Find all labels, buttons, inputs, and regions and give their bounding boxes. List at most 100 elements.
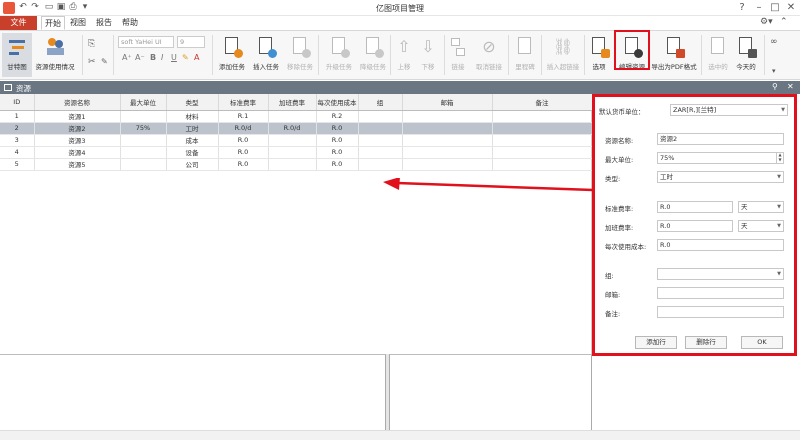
- cell-standard-rate: R.1: [218, 110, 269, 123]
- overtime-rate-unit-select[interactable]: 天 ▼: [738, 220, 784, 232]
- tab-help[interactable]: 帮助: [119, 16, 141, 30]
- today-button[interactable]: 今天的: [731, 33, 761, 77]
- add-row-button[interactable]: 添加行: [635, 336, 677, 349]
- export-pdf-button[interactable]: 导出为PDF格式: [649, 33, 699, 77]
- grow-font-icon[interactable]: A⁺: [122, 53, 132, 62]
- tab-view[interactable]: 视图: [67, 16, 89, 30]
- cut-icon[interactable]: ✂: [88, 57, 96, 67]
- cell-overtime-rate: [268, 158, 317, 171]
- font-color-icon[interactable]: A: [194, 53, 199, 62]
- ribbon-expand-icon[interactable]: ▾: [772, 67, 776, 75]
- downgrade-task-button[interactable]: 降级任务: [356, 33, 390, 77]
- remove-task-label: 移除任务: [287, 63, 313, 71]
- copy-icon[interactable]: ⎘: [88, 39, 95, 49]
- add-task-label: 添加任务: [219, 63, 245, 71]
- add-task-button[interactable]: 添加任务: [215, 33, 249, 77]
- insert-task-button[interactable]: 插入任务: [249, 33, 283, 77]
- milestone-button[interactable]: 里程碑: [508, 33, 542, 77]
- table-row-selected[interactable]: 2 资源2 75% 工时 R.0/d R.0/d R.0: [0, 122, 593, 135]
- link-label: 链接: [451, 63, 465, 71]
- col-cost-per-use[interactable]: 每次使用成本: [316, 94, 359, 111]
- cell-note: [492, 110, 593, 123]
- resource-name-input[interactable]: 资源2: [657, 133, 784, 145]
- italic-icon[interactable]: I: [161, 53, 163, 62]
- table-row[interactable]: 3 资源3 成本 R.0 R.0: [0, 134, 593, 147]
- cell-max-unit: 75%: [120, 122, 167, 135]
- bold-icon[interactable]: B: [150, 53, 156, 62]
- highlight-color-icon[interactable]: ✎: [182, 53, 189, 62]
- font-name-select[interactable]: soft YaHei UI: [118, 36, 174, 48]
- col-group[interactable]: 组: [358, 94, 403, 111]
- font-size-select[interactable]: 9: [177, 36, 205, 48]
- col-type[interactable]: 类型: [166, 94, 219, 111]
- link-icon: [448, 36, 468, 58]
- print-selected-button[interactable]: 选中的: [703, 33, 733, 77]
- col-max-unit[interactable]: 最大单位: [120, 94, 167, 111]
- menu-file[interactable]: 文件: [0, 16, 37, 30]
- ribbon-toggle-icon[interactable]: ⌃: [780, 17, 788, 27]
- minimize-icon[interactable]: –: [752, 1, 766, 14]
- cell-group: [358, 146, 403, 159]
- cell-cost-per-use: R.0: [316, 134, 359, 147]
- resource-usage-button[interactable]: 资源使用情况: [32, 33, 78, 77]
- pin-icon[interactable]: ⚲: [772, 82, 778, 91]
- upgrade-task-button[interactable]: 升级任务: [322, 33, 356, 77]
- cost-per-use-input[interactable]: R.0: [657, 239, 784, 251]
- type-select[interactable]: 工时 ▼: [657, 171, 784, 183]
- options-button[interactable]: 选项: [584, 33, 614, 77]
- col-id[interactable]: ID: [0, 94, 35, 111]
- table-row[interactable]: 1 资源1 材料 R.1 R.2: [0, 110, 593, 123]
- pane-title: 资源: [16, 84, 31, 93]
- currency-select[interactable]: ZAR[R,][兰特] ▼: [670, 104, 788, 116]
- downgrade-task-icon: [363, 36, 384, 58]
- cell-email: [402, 146, 493, 159]
- gantt-view-button[interactable]: 甘特图: [2, 33, 32, 77]
- max-unit-input[interactable]: 75%: [657, 152, 784, 164]
- standard-rate-label: 标准费率:: [605, 205, 634, 213]
- cell-email: [402, 110, 493, 123]
- note-input[interactable]: [657, 306, 784, 318]
- unlink-button[interactable]: ⊘ 取消链接: [470, 33, 508, 77]
- export-pdf-icon: [664, 36, 685, 58]
- delete-row-button[interactable]: 删除行: [685, 336, 727, 349]
- close-icon[interactable]: ✕: [784, 1, 798, 14]
- cell-id: 2: [0, 122, 35, 135]
- maximize-icon[interactable]: □: [768, 1, 782, 14]
- remove-task-button[interactable]: 移除任务: [283, 33, 317, 77]
- help-question-icon[interactable]: ?: [735, 1, 749, 14]
- grid-header-row: ID 资源名称 最大单位 类型 标准费率 加班费率 每次使用成本 组 邮箱 备注: [0, 94, 593, 111]
- cell-standard-rate: R.0: [218, 134, 269, 147]
- table-row[interactable]: 4 资源4 设备 R.0 R.0: [0, 146, 593, 159]
- col-overtime-rate[interactable]: 加班费率: [268, 94, 317, 111]
- tab-report[interactable]: 报告: [93, 16, 115, 30]
- menu-bar: 文件 开始 视图 报告 帮助 ⚙▾ ⌃: [0, 16, 800, 30]
- settings-gear-icon[interactable]: ⚙▾: [760, 17, 773, 27]
- overtime-rate-input[interactable]: R.0: [657, 220, 733, 232]
- pane-close-icon[interactable]: ✕: [787, 82, 794, 91]
- email-input[interactable]: [657, 287, 784, 299]
- separator: [82, 35, 83, 75]
- link-button[interactable]: 链接: [443, 33, 473, 77]
- standard-rate-input[interactable]: R.0: [657, 201, 733, 213]
- col-standard-rate[interactable]: 标准费率: [218, 94, 269, 111]
- tab-home[interactable]: 开始: [41, 16, 65, 30]
- standard-rate-unit-select[interactable]: 天 ▼: [738, 201, 784, 213]
- col-resource-name[interactable]: 资源名称: [34, 94, 121, 111]
- move-down-button[interactable]: ⇩ 下移: [414, 33, 442, 77]
- underline-icon[interactable]: U: [171, 53, 177, 62]
- unlink-icon: ⊘: [482, 37, 496, 56]
- resource-name-label: 资源名称:: [605, 137, 634, 145]
- ok-button[interactable]: OK: [741, 336, 783, 349]
- binoculars-icon[interactable]: ∞: [770, 37, 778, 47]
- table-row[interactable]: 5 资源5 公司 R.0 R.0: [0, 158, 593, 171]
- group-select[interactable]: ▼: [657, 268, 784, 280]
- horizontal-scrollbar[interactable]: [0, 430, 800, 440]
- col-note[interactable]: 备注: [492, 94, 593, 111]
- insert-hyperlink-button[interactable]: ⛓ 插入超链接: [543, 33, 583, 77]
- insert-task-label: 插入任务: [253, 63, 279, 71]
- shrink-font-icon[interactable]: A⁻: [135, 53, 145, 62]
- format-painter-icon[interactable]: ✎: [101, 57, 108, 66]
- max-unit-stepper[interactable]: ▲ ▼: [776, 152, 783, 164]
- annotation-arrow: [383, 178, 594, 192]
- col-email[interactable]: 邮箱: [402, 94, 493, 111]
